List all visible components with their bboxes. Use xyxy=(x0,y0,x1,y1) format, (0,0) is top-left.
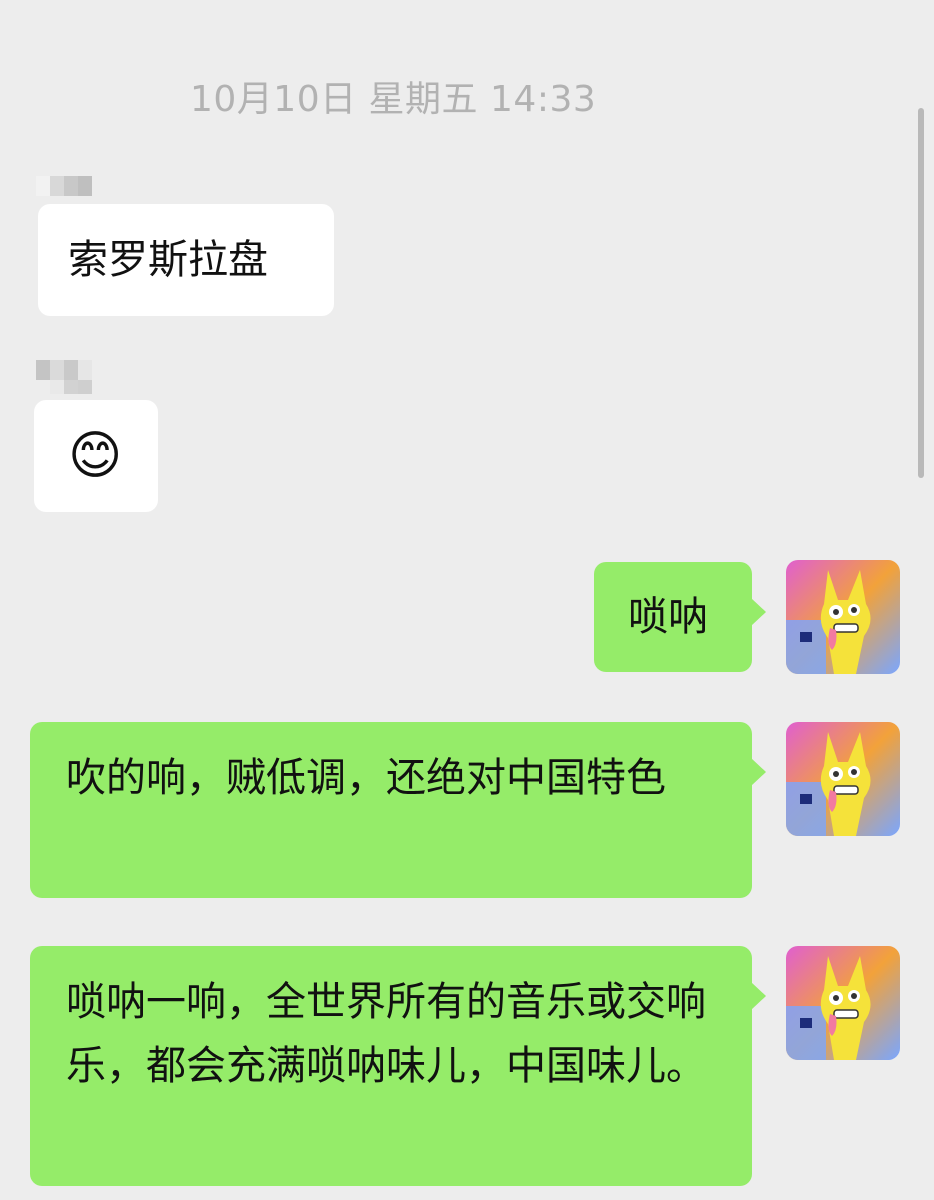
incoming-message-bubble[interactable]: 索罗斯拉盘 xyxy=(38,204,334,316)
user-avatar[interactable] xyxy=(786,722,900,836)
sender-name-blurred xyxy=(50,380,92,394)
message-timestamp: 10月10日 星期五 14:33 xyxy=(190,79,597,120)
cartoon-creature-avatar-icon xyxy=(786,560,900,674)
message-text: 吹的响，贼低调，还绝对中国特色 xyxy=(66,755,666,801)
chat-window: 10月10日 星期五 14:33 索罗斯拉盘 😊 唢呐 吹的响，贼低调，还绝对中… xyxy=(0,0,934,1200)
scrollbar[interactable] xyxy=(918,108,924,478)
incoming-emoji-bubble[interactable]: 😊 xyxy=(34,400,158,512)
outgoing-message-bubble[interactable]: 吹的响，贼低调，还绝对中国特色 xyxy=(30,722,766,898)
cartoon-creature-avatar-icon xyxy=(786,722,900,836)
user-avatar[interactable] xyxy=(786,560,900,674)
outgoing-message-bubble[interactable]: 唢呐 xyxy=(594,562,766,672)
message-text: 索罗斯拉盘 xyxy=(68,237,268,283)
outgoing-message-bubble[interactable]: 唢呐一响，全世界所有的音乐或交响乐，都会充满唢呐味儿，中国味儿。 xyxy=(30,946,766,1186)
sender-name-blurred xyxy=(36,176,92,196)
message-text: 唢呐 xyxy=(628,594,708,640)
cartoon-creature-avatar-icon xyxy=(786,946,900,1060)
message-text: 唢呐一响，全世界所有的音乐或交响乐，都会充满唢呐味儿，中国味儿。 xyxy=(66,979,706,1089)
sender-name-blurred xyxy=(36,360,92,380)
smiling-face-emoji-icon: 😊 xyxy=(68,426,123,486)
user-avatar[interactable] xyxy=(786,946,900,1060)
